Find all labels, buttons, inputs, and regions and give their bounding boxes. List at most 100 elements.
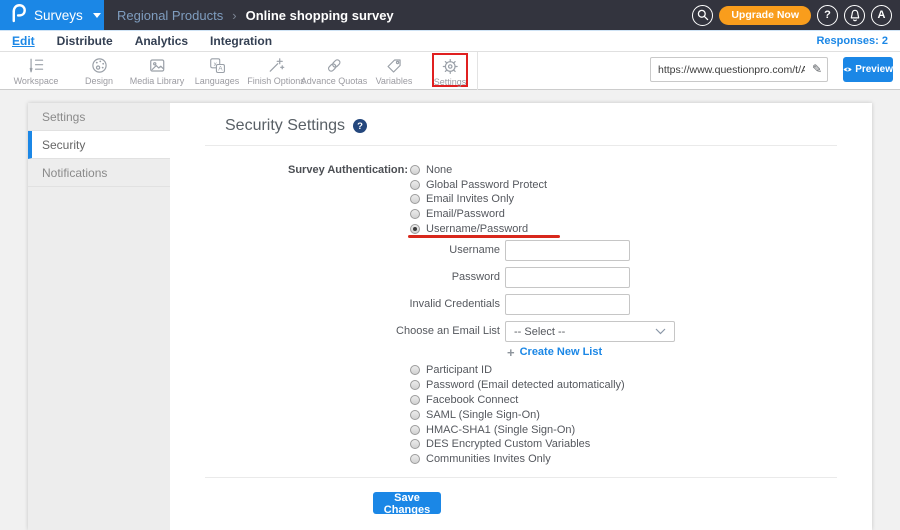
edit-toolbar: Workspace Design Media Library x A Langu… [0, 52, 900, 90]
tab-analytics[interactable]: Analytics [135, 34, 188, 48]
design-icon [91, 58, 107, 73]
avatar[interactable]: A [871, 4, 892, 26]
auth-options-top: None Global Password Protect Email Invit… [410, 163, 547, 236]
plus-icon: + [507, 344, 515, 360]
breadcrumb-separator: › [232, 7, 237, 23]
radio-option-email-invites-only[interactable]: Email Invites Only [410, 192, 547, 207]
radio-icon [410, 194, 420, 205]
settings-gear-icon [442, 58, 458, 74]
username-label: Username [449, 244, 500, 256]
radio-icon [410, 409, 420, 420]
toolbar-item-label: Variables [375, 76, 413, 86]
sidebar-item-security[interactable]: Security [28, 131, 170, 159]
tab-distribute[interactable]: Distribute [57, 34, 113, 48]
toolbar-item-label: Settings [433, 77, 467, 87]
toolbar-item-settings[interactable]: Settings [433, 57, 467, 87]
tab-integration[interactable]: Integration [210, 34, 272, 48]
edit-url-icon[interactable]: ✎ [812, 62, 822, 76]
toolbar-item-finish-options[interactable]: Finish Options [247, 56, 305, 86]
radio-option-password-email-detected[interactable]: Password (Email detected automatically) [410, 378, 625, 393]
create-new-list-link[interactable]: + Create New List [507, 344, 602, 360]
radio-option-hmac-sha1[interactable]: HMAC-SHA1 (Single Sign-On) [410, 422, 625, 437]
help-button[interactable]: ? [817, 4, 838, 26]
responses-count[interactable]: Responses: 2 [816, 35, 888, 47]
breadcrumb: Regional Products › Online shopping surv… [117, 0, 394, 30]
invalid-credentials-input[interactable] [505, 294, 630, 315]
survey-url-field-wrap: ✎ [650, 57, 828, 82]
survey-authentication-label: Survey Authentication: [288, 164, 408, 176]
toolbar-item-advance-quotas[interactable]: Advance Quotas [300, 56, 368, 86]
top-bar: Surveys Regional Products › Online shopp… [0, 0, 900, 30]
toolbar-item-label: Languages [194, 76, 240, 86]
toolbar-item-label: Design [84, 76, 114, 86]
nav-tabs: Edit Distribute Analytics Integration Re… [0, 30, 900, 52]
languages-icon: x A [209, 58, 225, 74]
settings-card: Settings Security Notifications Security… [28, 103, 872, 530]
radio-icon [410, 365, 420, 376]
upgrade-now-button[interactable]: Upgrade Now [719, 5, 811, 25]
password-input[interactable] [505, 267, 630, 288]
toolbar-item-label: Workspace [13, 76, 59, 86]
search-icon [697, 9, 709, 21]
topbar-actions: Upgrade Now ? A [692, 0, 892, 30]
security-settings-panel: Security Settings ? Survey Authenticatio… [170, 103, 872, 530]
sidebar-item-notifications[interactable]: Notifications [28, 159, 170, 187]
radio-icon [410, 165, 420, 176]
radio-icon [410, 209, 420, 220]
toolbar-item-languages[interactable]: x A Languages [194, 56, 240, 86]
radio-icon [410, 454, 420, 465]
radio-option-saml[interactable]: SAML (Single Sign-On) [410, 407, 625, 422]
radio-option-global-password-protect[interactable]: Global Password Protect [410, 178, 547, 193]
chevron-down-icon [655, 328, 666, 335]
email-list-select[interactable]: -- Select -- [505, 321, 675, 342]
radio-icon [410, 394, 420, 405]
tab-edit[interactable]: Edit [12, 34, 35, 48]
surveys-menu-label: Surveys [34, 7, 83, 23]
toolbar-item-workspace[interactable]: Workspace [13, 56, 59, 86]
finish-options-icon [269, 58, 285, 72]
radio-option-email-password[interactable]: Email/Password [410, 207, 547, 222]
toolbar-item-label: Advance Quotas [300, 76, 368, 86]
divider [205, 477, 837, 478]
help-icon[interactable]: ? [353, 119, 368, 133]
surveys-menu[interactable]: Surveys [0, 0, 104, 30]
sidebar-item-settings[interactable]: Settings [28, 103, 170, 131]
eye-icon [843, 67, 852, 72]
preview-button-label: Preview [855, 64, 893, 75]
radio-option-username-password[interactable]: Username/Password [410, 221, 547, 236]
toolbar-divider [477, 52, 478, 90]
username-input[interactable] [505, 240, 630, 261]
settings-sidebar: Settings Security Notifications [28, 103, 170, 530]
password-label: Password [451, 271, 500, 283]
search-button[interactable] [692, 4, 714, 26]
chevron-down-icon [92, 12, 101, 18]
email-list-label: Choose an Email List [396, 325, 500, 337]
preview-button[interactable]: Preview [843, 57, 893, 82]
breadcrumb-folder[interactable]: Regional Products [117, 8, 223, 23]
bell-icon [850, 9, 859, 21]
radio-option-des-encrypted[interactable]: DES Encrypted Custom Variables [410, 437, 625, 452]
svg-text:A: A [218, 66, 223, 73]
toolbar-item-design[interactable]: Design [85, 56, 113, 86]
radio-option-participant-id[interactable]: Participant ID [410, 363, 625, 378]
radio-icon [410, 439, 420, 450]
radio-option-none[interactable]: None [410, 163, 547, 178]
email-list-selected-value: -- Select -- [514, 325, 566, 338]
toolbar-item-label: Finish Options [247, 76, 305, 86]
notifications-button[interactable] [844, 4, 865, 26]
radio-icon [410, 380, 420, 391]
toolbar-item-variables[interactable]: Variables [375, 56, 413, 86]
breadcrumb-survey-title: Online shopping survey [245, 7, 394, 23]
settings-highlight-annotation: Settings [432, 53, 468, 87]
questionpro-logo-icon [10, 3, 26, 28]
survey-url-input[interactable] [651, 58, 827, 81]
radio-checked-icon [410, 223, 420, 234]
radio-option-communities-invites[interactable]: Communities Invites Only [410, 452, 625, 467]
toolbar-item-label: Media Library [129, 76, 185, 86]
red-underline-annotation [408, 235, 560, 238]
divider [205, 145, 837, 146]
invalid-credentials-label: Invalid Credentials [409, 298, 501, 310]
toolbar-item-media-library[interactable]: Media Library [129, 56, 185, 86]
radio-option-facebook-connect[interactable]: Facebook Connect [410, 393, 625, 408]
save-changes-button[interactable]: Save Changes [373, 492, 441, 516]
